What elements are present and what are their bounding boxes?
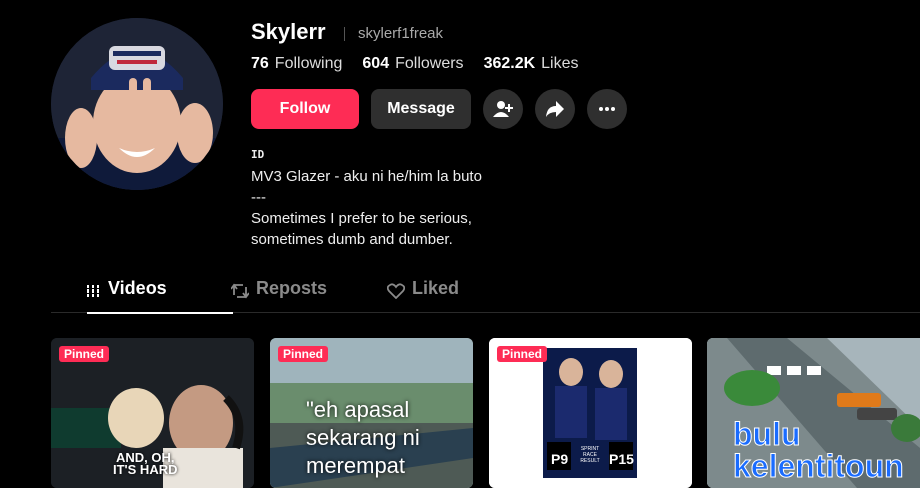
tab-videos[interactable]: Videos: [87, 278, 233, 314]
tab-reposts[interactable]: Reposts: [231, 278, 327, 312]
tab-label: Videos: [108, 278, 167, 298]
stat-label: Following: [274, 55, 343, 72]
stat-likes: 362.2K Likes: [484, 55, 579, 73]
tab-label: Reposts: [256, 278, 328, 298]
bio-line: Sometimes I prefer to be serious,: [251, 210, 472, 227]
profile-avatar[interactable]: [51, 18, 223, 190]
tab-liked[interactable]: Liked: [387, 278, 459, 312]
message-button[interactable]: Message: [371, 89, 471, 129]
video-thumbnail[interactable]: Pinned AND, OH, IT'S HARD: [51, 338, 254, 488]
more-icon: [599, 107, 615, 111]
bio-line: sometimes dumb and dumber.: [251, 231, 453, 248]
result-label: P9: [551, 451, 569, 467]
stat-value: 362.2K: [483, 55, 536, 72]
follow-button[interactable]: Follow: [251, 89, 359, 129]
stat-label: Likes: [541, 55, 579, 72]
profile-username: Skylerr: [251, 19, 326, 44]
heart-icon: [387, 283, 405, 299]
bio-line: ID: [251, 148, 265, 161]
stat-followers[interactable]: 604 Followers: [362, 55, 463, 73]
video-thumbnail[interactable]: bulu kelentitoun: [707, 338, 920, 488]
result-label: P15: [609, 451, 634, 467]
stat-value: 604: [362, 55, 390, 72]
pinned-badge: Pinned: [59, 346, 110, 362]
profile-bio: ID MV3 Glazer - aku ni he/him la buto --…: [251, 148, 482, 250]
avatar-image: [51, 18, 223, 190]
bio-line: ---: [251, 189, 266, 206]
repost-icon: [231, 283, 249, 299]
profile-handle: skylerf1freak: [358, 25, 444, 42]
share-button[interactable]: [535, 89, 575, 129]
video-caption: bulu kelentitoun: [733, 416, 905, 484]
share-icon: [546, 101, 564, 117]
add-user-icon: [493, 101, 513, 117]
grid-icon: [87, 285, 99, 297]
video-caption: "eh apasal sekarang ni merempat: [306, 397, 420, 478]
tab-label: Liked: [412, 278, 460, 298]
name-divider: [344, 27, 345, 41]
stat-label: Followers: [395, 55, 464, 72]
more-options-button[interactable]: [587, 89, 627, 129]
pinned-badge: Pinned: [278, 346, 329, 362]
profile-stats: 76 Following 604 Followers 362.2K Likes: [251, 55, 579, 73]
profile-tabs: Videos Reposts Liked: [51, 278, 920, 314]
result-title: SPRINT RACE RESULT: [580, 446, 600, 464]
video-caption: AND, OH, IT'S HARD: [113, 450, 178, 477]
stat-value: 76: [251, 55, 269, 72]
add-friend-button[interactable]: [483, 89, 523, 129]
video-thumbnail[interactable]: Pinned "eh apasal sekarang ni merempat: [270, 338, 473, 488]
video-thumbnail[interactable]: Pinned P9 P15 SPRINT RACE RESULT: [489, 338, 692, 488]
stat-following[interactable]: 76 Following: [251, 55, 342, 73]
bio-line: MV3 Glazer - aku ni he/him la buto: [251, 168, 482, 185]
pinned-badge: Pinned: [497, 346, 548, 362]
